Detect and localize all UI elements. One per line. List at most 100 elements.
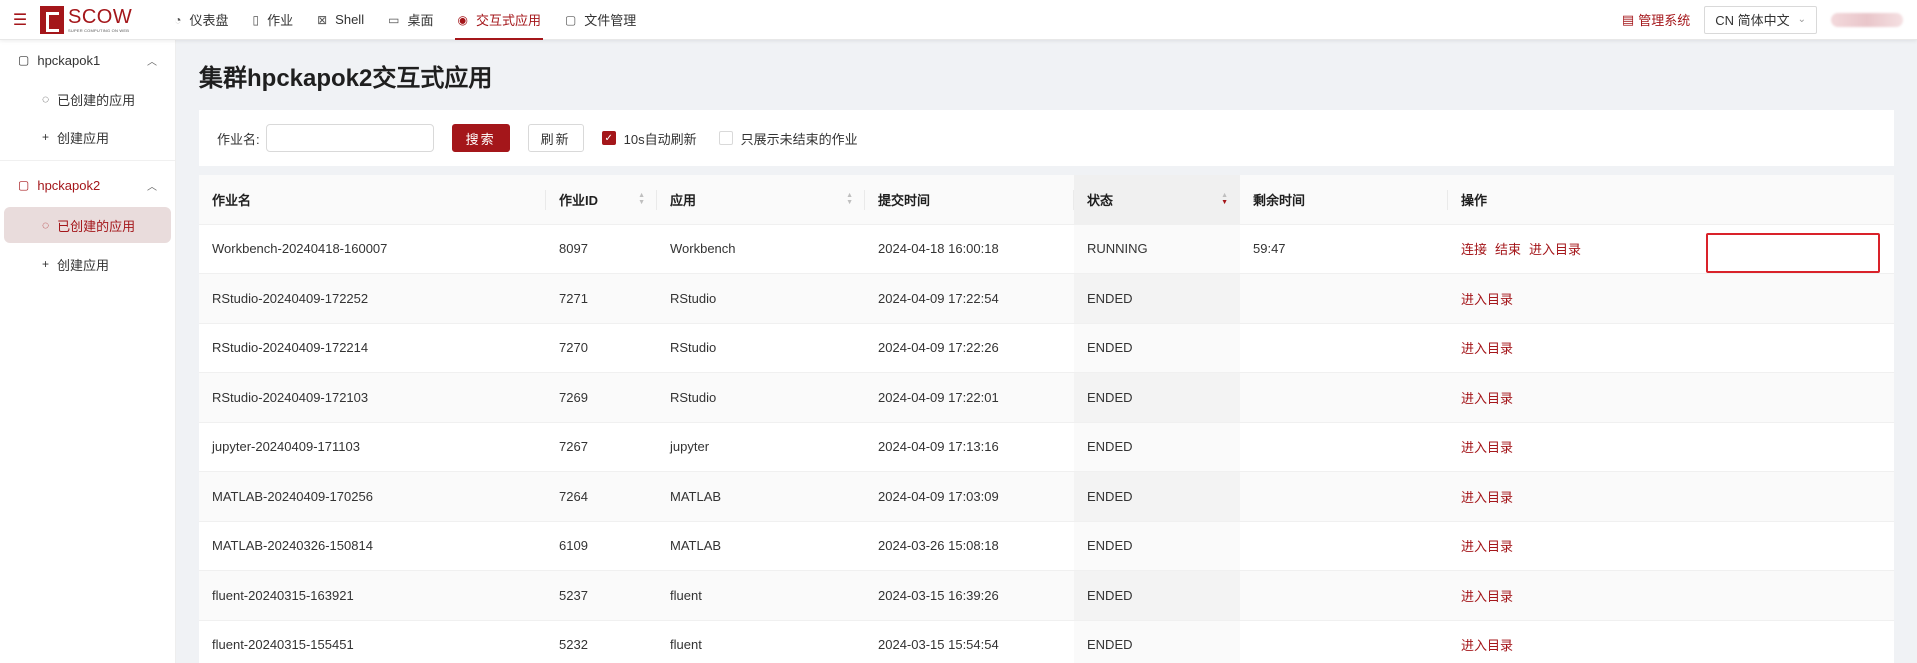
cell-remaining-time bbox=[1240, 323, 1448, 373]
cell-remaining-time bbox=[1240, 471, 1448, 522]
language-value: CN 简体中文 bbox=[1715, 13, 1790, 28]
jobs-table: 作业名 作业ID ▲ ▼ 应用 ▲ ▼ 提交时间 状态 ▲ ▼ 剩余时间 操作 Workbe… bbox=[199, 175, 1894, 663]
cell-job-name: RStudio-20240409-172103 bbox=[199, 372, 546, 423]
sidebar-group-label: hpckapok1 bbox=[37, 52, 101, 68]
sidebar: ▢ hpckapok1 ︿ ◌ 已创建的应用 + 创建应用 ▢ hpckapok2 ︿ ◌ 已创建的应… bbox=[0, 40, 176, 663]
cell-job-id: 7270 bbox=[546, 323, 657, 373]
cell-remaining-time bbox=[1240, 422, 1448, 472]
auto-refresh-checkbox[interactable]: ✓ 10s自动刷新 bbox=[601, 129, 697, 148]
dashboard-icon: ◔ bbox=[174, 12, 182, 27]
cell-app: fluent bbox=[657, 570, 865, 621]
cell-job-id: 7264 bbox=[546, 471, 657, 522]
end-job-link[interactable]: 结束 bbox=[1495, 239, 1521, 258]
cell-submit-time: 2024-03-26 15:08:18 bbox=[865, 521, 1074, 571]
admin-icon: ▤ bbox=[1621, 11, 1635, 27]
refresh-button[interactable]: 刷新 bbox=[527, 124, 584, 152]
cell-actions: 连接 结束 进入目录 bbox=[1448, 224, 1894, 274]
column-header-job-id[interactable]: 作业ID ▲ ▼ bbox=[546, 175, 657, 225]
table-row: MATLAB-20240326-150814 6109 MATLAB 2024-03-… bbox=[199, 521, 1894, 571]
checkbox-checked-icon: ✓ bbox=[601, 131, 616, 145]
sidebar-item-create-app[interactable]: + 创建应用 bbox=[0, 245, 175, 283]
open-directory-link[interactable]: 进入目录 bbox=[1461, 338, 1513, 357]
nav-item-4[interactable]: ◉ 交互式应用 bbox=[445, 0, 553, 40]
nav-item-0[interactable]: ◔ 仪表盘 bbox=[162, 0, 240, 40]
user-avatar[interactable] bbox=[1831, 12, 1903, 27]
nav-item-label: Shell bbox=[335, 12, 365, 27]
sort-icon: ▲ ▼ bbox=[638, 192, 645, 206]
cell-submit-time: 2024-04-09 17:22:54 bbox=[865, 273, 1074, 324]
chevron-up-icon: ︿ bbox=[147, 181, 157, 193]
chevron-down-icon: ⌄ bbox=[1797, 14, 1806, 25]
open-directory-link[interactable]: 进入目录 bbox=[1461, 437, 1513, 456]
file-icon: ▯ bbox=[252, 12, 260, 27]
open-directory-link[interactable]: 进入目录 bbox=[1461, 635, 1513, 654]
cell-submit-time: 2024-03-15 16:39:26 bbox=[865, 570, 1074, 621]
job-name-input[interactable] bbox=[265, 124, 434, 152]
nav-item-3[interactable]: ▭ 桌面 bbox=[376, 0, 445, 40]
nav-item-2[interactable]: ⊠ Shell bbox=[305, 0, 376, 40]
cell-remaining-time bbox=[1240, 620, 1448, 663]
cell-remaining-time bbox=[1240, 273, 1448, 324]
open-directory-link[interactable]: 进入目录 bbox=[1461, 487, 1513, 506]
terminal-icon: ⊠ bbox=[317, 12, 328, 27]
open-directory-link[interactable]: 进入目录 bbox=[1529, 239, 1581, 258]
sidebar-item-created-apps[interactable]: ◌ 已创建的应用 bbox=[0, 80, 175, 118]
sidebar-item-created-apps[interactable]: ◌ 已创建的应用 bbox=[4, 207, 171, 243]
cell-submit-time: 2024-04-09 17:13:16 bbox=[865, 422, 1074, 472]
only-unfinished-checkbox[interactable]: 只展示未结束的作业 bbox=[718, 129, 858, 148]
language-select[interactable]: CN 简体中文 ⌄ bbox=[1704, 5, 1817, 34]
cell-job-id: 5232 bbox=[546, 620, 657, 663]
cell-submit-time: 2024-04-09 17:03:09 bbox=[865, 471, 1074, 522]
sidebar-item-create-app[interactable]: + 创建应用 bbox=[0, 118, 175, 156]
logo[interactable]: SCOW SUPER COMPUTING ON WEB bbox=[40, 0, 162, 40]
column-header-app[interactable]: 应用 ▲ ▼ bbox=[657, 175, 865, 225]
cell-job-name: RStudio-20240409-172214 bbox=[199, 323, 546, 373]
sidebar-divider bbox=[0, 160, 175, 161]
plus-icon: + bbox=[42, 130, 50, 144]
connect-link[interactable]: 连接 bbox=[1461, 239, 1487, 258]
nav-item-1[interactable]: ▯ 作业 bbox=[240, 0, 305, 40]
folder-icon: ▢ bbox=[18, 53, 30, 67]
table-row: Workbench-20240418-160007 8097 Workbench 20… bbox=[199, 224, 1894, 274]
cell-remaining-time bbox=[1240, 372, 1448, 423]
plus-icon: + bbox=[42, 257, 50, 271]
cell-job-id: 7269 bbox=[546, 372, 657, 423]
cell-status: ENDED bbox=[1074, 422, 1240, 472]
column-header-status[interactable]: 状态 ▲ ▼ bbox=[1074, 175, 1240, 225]
cell-status: ENDED bbox=[1074, 521, 1240, 571]
sidebar-group-0[interactable]: ▢ hpckapok1 ︿ bbox=[0, 40, 175, 80]
cell-job-name: fluent-20240315-163921 bbox=[199, 570, 546, 621]
search-button[interactable]: 搜索 bbox=[451, 124, 510, 152]
loading-icon: ◌ bbox=[42, 218, 50, 232]
admin-system-label: 管理系统 bbox=[1638, 13, 1691, 28]
cell-status: ENDED bbox=[1074, 372, 1240, 423]
brand-subtitle: SUPER COMPUTING ON WEB bbox=[68, 27, 130, 33]
table-row: MATLAB-20240409-170256 7264 MATLAB 2024-04-… bbox=[199, 471, 1894, 522]
cell-submit-time: 2024-04-09 17:22:01 bbox=[865, 372, 1074, 423]
folder-icon: ▢ bbox=[18, 178, 30, 192]
auto-refresh-label: 10s自动刷新 bbox=[623, 131, 697, 147]
admin-system-link[interactable]: ▤ 管理系统 bbox=[1622, 10, 1690, 29]
cell-app: MATLAB bbox=[657, 521, 865, 571]
table-row: jupyter-20240409-171103 7267 jupyter 2024-0… bbox=[199, 422, 1894, 472]
menu-toggle-icon[interactable]: ☰ bbox=[0, 0, 40, 40]
cell-job-name: jupyter-20240409-171103 bbox=[199, 422, 546, 472]
sidebar-group-1[interactable]: ▢ hpckapok2 ︿ bbox=[0, 165, 175, 205]
cell-status: ENDED bbox=[1074, 471, 1240, 522]
desktop-icon: ▭ bbox=[388, 12, 400, 27]
nav-item-5[interactable]: ▢ 文件管理 bbox=[553, 0, 648, 40]
nav-item-label: 交互式应用 bbox=[475, 13, 541, 28]
cell-job-id: 6109 bbox=[546, 521, 657, 571]
cell-status: ENDED bbox=[1074, 323, 1240, 373]
open-directory-link[interactable]: 进入目录 bbox=[1461, 586, 1513, 605]
open-directory-link[interactable]: 进入目录 bbox=[1461, 289, 1513, 308]
cell-app: RStudio bbox=[657, 323, 865, 373]
cell-job-name: RStudio-20240409-172252 bbox=[199, 273, 546, 324]
cell-status: RUNNING bbox=[1074, 224, 1240, 274]
cell-app: RStudio bbox=[657, 372, 865, 423]
job-name-label: 作业名: bbox=[217, 131, 260, 147]
open-directory-link[interactable]: 进入目录 bbox=[1461, 388, 1513, 407]
nav-item-label: 仪表盘 bbox=[189, 13, 229, 28]
table-row: RStudio-20240409-172103 7269 RStudio 2024-0… bbox=[199, 372, 1894, 423]
open-directory-link[interactable]: 进入目录 bbox=[1461, 536, 1513, 555]
